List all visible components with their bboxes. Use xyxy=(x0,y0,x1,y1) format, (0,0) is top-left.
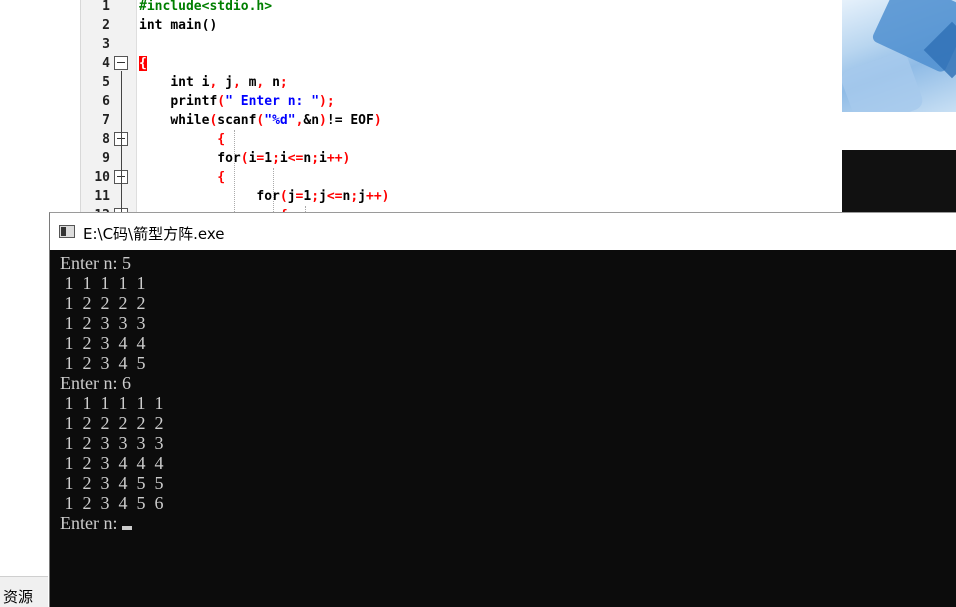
console-line: 1 2 3 4 5 6 xyxy=(60,493,164,513)
line-number: 9 xyxy=(102,151,110,166)
line-number: 5 xyxy=(102,75,110,90)
code-line: printf(" Enter n: "); xyxy=(170,94,335,109)
line-number: 10 xyxy=(94,170,110,185)
console-output[interactable]: Enter n: 5 1 1 1 1 1 1 2 2 2 2 1 2 3 3 3… xyxy=(60,253,956,607)
line-number: 6 xyxy=(102,94,110,109)
console-line: 1 2 3 4 5 xyxy=(60,353,146,373)
code-line: for(j=1;j<=n;j++) xyxy=(256,189,390,204)
code-line: for(i=1;i<=n;i++) xyxy=(217,151,351,166)
console-line: Enter n: 5 xyxy=(60,253,131,273)
code-line: while(scanf("%d",&n)!= EOF) xyxy=(170,113,382,128)
indent-guide xyxy=(234,130,235,212)
text-cursor xyxy=(121,526,132,530)
console-prompt-line[interactable]: Enter n: xyxy=(60,513,956,533)
console-titlebar[interactable]: E:\C码\箭型方阵.exe xyxy=(50,213,956,250)
code-editor[interactable]: 123456789101112 #include<stdio.h>int mai… xyxy=(80,0,842,212)
code-line: int i, j, m, n; xyxy=(170,75,288,90)
console-app-icon[interactable] xyxy=(59,225,75,238)
console-line: 1 1 1 1 1 xyxy=(60,273,146,293)
line-number-gutter: 123456789101112 xyxy=(81,0,137,212)
resource-label[interactable]: 资源 xyxy=(3,586,33,607)
console-prompt: Enter n: xyxy=(60,513,122,533)
desktop-wallpaper xyxy=(842,0,956,112)
indent-guide xyxy=(273,168,274,212)
line-number: 8 xyxy=(102,132,110,147)
line-number: 11 xyxy=(94,189,110,204)
console-line: 1 2 2 2 2 xyxy=(60,293,146,313)
code-line: { xyxy=(217,132,226,147)
code-line: { xyxy=(217,170,226,185)
line-number: 7 xyxy=(102,113,110,128)
console-line: 1 2 3 4 5 5 xyxy=(60,473,164,493)
console-line: 1 2 3 4 4 xyxy=(60,333,146,353)
fold-toggle-icon[interactable] xyxy=(114,56,128,70)
line-number: 2 xyxy=(102,18,110,33)
code-line: int main() xyxy=(139,18,218,33)
code-area[interactable]: #include<stdio.h> int main() { int i, j, m… xyxy=(139,0,842,212)
console-line: Enter n: 6 xyxy=(60,373,131,393)
fold-outline xyxy=(121,71,122,212)
code-line: { xyxy=(139,56,147,71)
console-line: 1 2 3 3 3 3 xyxy=(60,433,164,453)
line-number: 1 xyxy=(102,0,110,14)
background-window-fragment xyxy=(842,150,956,212)
console-line: 1 2 3 4 4 4 xyxy=(60,453,164,473)
console-line: 1 1 1 1 1 1 xyxy=(60,393,164,413)
line-number: 3 xyxy=(102,37,110,52)
console-window[interactable]: E:\C码\箭型方阵.exe Enter n: 5 1 1 1 1 1 1 2 … xyxy=(49,212,956,607)
background-window-fragment xyxy=(842,112,956,150)
console-title: E:\C码\箭型方阵.exe xyxy=(83,225,225,243)
line-number: 4 xyxy=(102,56,110,71)
code-line: #include<stdio.h> xyxy=(139,0,273,14)
console-line: 1 2 2 2 2 2 xyxy=(60,413,164,433)
console-line: 1 2 3 3 3 xyxy=(60,313,146,333)
